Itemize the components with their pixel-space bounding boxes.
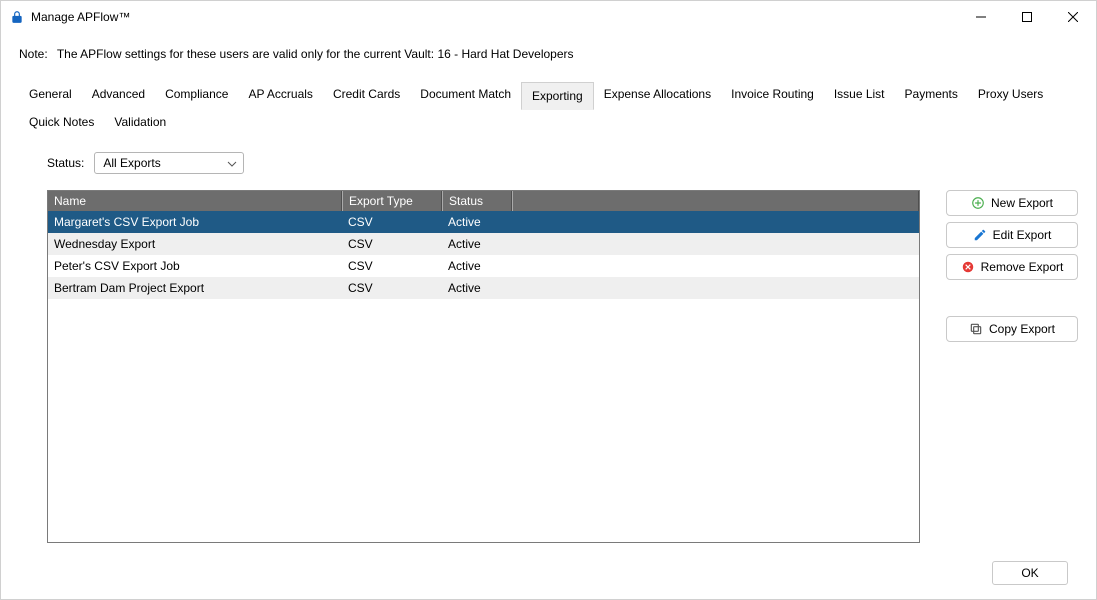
lock-icon: [9, 9, 25, 25]
cell-name: Bertram Dam Project Export: [48, 281, 342, 295]
remove-export-button[interactable]: Remove Export: [946, 254, 1078, 280]
edit-export-button[interactable]: Edit Export: [946, 222, 1078, 248]
maximize-button[interactable]: [1004, 1, 1050, 33]
cell-type: CSV: [342, 237, 442, 251]
footer: OK: [1, 555, 1096, 599]
pencil-icon: [973, 228, 987, 242]
status-row: Status: All Exports: [47, 152, 1078, 174]
tab-issue-list[interactable]: Issue List: [824, 81, 895, 109]
column-spacer: [512, 191, 919, 211]
tab-credit-cards[interactable]: Credit Cards: [323, 81, 410, 109]
cell-status: Active: [442, 281, 512, 295]
close-button[interactable]: [1050, 1, 1096, 33]
new-export-label: New Export: [991, 196, 1053, 210]
column-status[interactable]: Status: [442, 191, 512, 211]
status-selected-value: All Exports: [103, 156, 160, 170]
table-row[interactable]: Bertram Dam Project Export CSV Active: [48, 277, 919, 299]
tab-payments[interactable]: Payments: [895, 81, 968, 109]
status-label: Status:: [47, 156, 84, 170]
exports-grid: Name Export Type Status Margaret's CSV E…: [47, 190, 920, 543]
note-text: The APFlow settings for these users are …: [57, 47, 574, 61]
window-controls: [958, 1, 1096, 33]
cell-name: Margaret's CSV Export Job: [48, 215, 342, 229]
content-area: Status: All Exports Name Export Type Sta…: [1, 136, 1096, 555]
tab-compliance[interactable]: Compliance: [155, 81, 238, 109]
main-row: Name Export Type Status Margaret's CSV E…: [47, 190, 1078, 543]
cell-type: CSV: [342, 259, 442, 273]
window-title: Manage APFlow™: [31, 10, 958, 24]
copy-export-button[interactable]: Copy Export: [946, 316, 1078, 342]
tab-expense-allocations[interactable]: Expense Allocations: [594, 81, 721, 109]
titlebar: Manage APFlow™: [1, 1, 1096, 33]
copy-icon: [969, 322, 983, 336]
x-circle-icon: [961, 260, 975, 274]
new-export-button[interactable]: New Export: [946, 190, 1078, 216]
minimize-button[interactable]: [958, 1, 1004, 33]
tab-quick-notes[interactable]: Quick Notes: [19, 109, 104, 135]
tab-document-match[interactable]: Document Match: [410, 81, 521, 109]
side-buttons: New Export Edit Export Remove Export Cop: [946, 190, 1078, 543]
tab-ap-accruals[interactable]: AP Accruals: [238, 81, 322, 109]
grid-body: Margaret's CSV Export Job CSV Active Wed…: [48, 211, 919, 542]
tab-invoice-routing[interactable]: Invoice Routing: [721, 81, 824, 109]
copy-export-label: Copy Export: [989, 322, 1055, 336]
cell-type: CSV: [342, 215, 442, 229]
tab-proxy-users[interactable]: Proxy Users: [968, 81, 1053, 109]
note-label: Note:: [19, 47, 48, 61]
column-export-type[interactable]: Export Type: [342, 191, 442, 211]
grid-header: Name Export Type Status: [48, 191, 919, 211]
tab-general[interactable]: General: [19, 81, 82, 109]
cell-status: Active: [442, 215, 512, 229]
tab-advanced[interactable]: Advanced: [82, 81, 155, 109]
cell-name: Peter's CSV Export Job: [48, 259, 342, 273]
chevron-down-icon: [227, 156, 237, 170]
cell-name: Wednesday Export: [48, 237, 342, 251]
plus-circle-icon: [971, 196, 985, 210]
tab-validation[interactable]: Validation: [104, 109, 176, 135]
status-select[interactable]: All Exports: [94, 152, 244, 174]
ok-button[interactable]: OK: [992, 561, 1068, 585]
table-row[interactable]: Peter's CSV Export Job CSV Active: [48, 255, 919, 277]
table-row[interactable]: Margaret's CSV Export Job CSV Active: [48, 211, 919, 233]
tabs: General Advanced Compliance AP Accruals …: [1, 71, 1096, 136]
column-name[interactable]: Name: [48, 191, 342, 211]
note-row: Note: The APFlow settings for these user…: [1, 33, 1096, 71]
remove-export-label: Remove Export: [981, 260, 1064, 274]
table-row[interactable]: Wednesday Export CSV Active: [48, 233, 919, 255]
edit-export-label: Edit Export: [993, 228, 1052, 242]
tab-exporting[interactable]: Exporting: [521, 82, 594, 110]
cell-type: CSV: [342, 281, 442, 295]
cell-status: Active: [442, 237, 512, 251]
cell-status: Active: [442, 259, 512, 273]
